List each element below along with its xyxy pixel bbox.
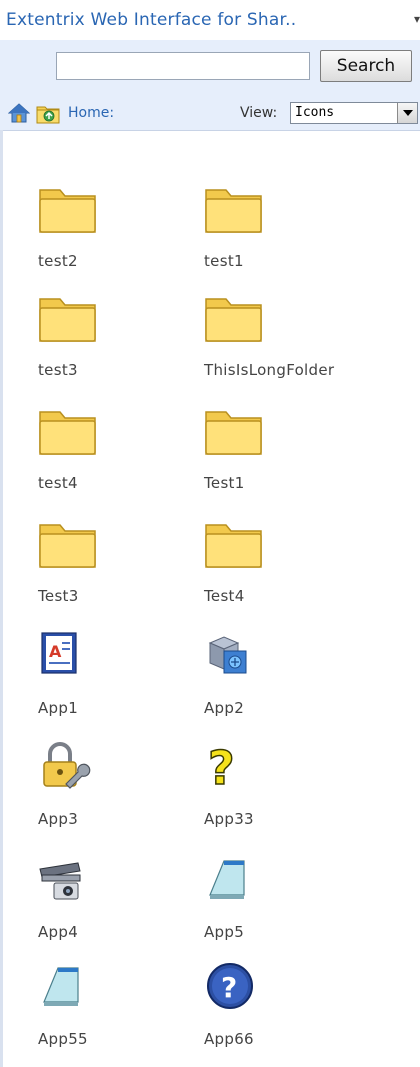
item-label: test3	[38, 361, 78, 379]
question-mark-icon: ?	[207, 740, 235, 796]
folder-icon	[39, 189, 96, 233]
folder-icon	[205, 524, 262, 568]
help-circle-icon: ?	[207, 963, 253, 1009]
grid-item[interactable]: Test3	[38, 517, 198, 627]
item-label: App66	[204, 1030, 254, 1048]
notepad-icon	[209, 860, 245, 899]
grid-item[interactable]: A App1	[38, 629, 198, 739]
item-label: ThisIsLongFolder	[204, 361, 335, 379]
item-label: Test4	[204, 587, 245, 605]
item-grid: test2 test1 test3 ThisIsLongFolder test4…	[0, 0, 420, 1067]
document-app-icon: A	[41, 632, 77, 674]
svg-text:?: ?	[221, 971, 237, 1004]
folder-icon	[205, 411, 262, 455]
grid-item[interactable]: App2	[204, 629, 364, 739]
folder-icon	[205, 189, 262, 233]
grid-item[interactable]: ThisIsLongFolder	[204, 291, 364, 401]
grid-item[interactable]: test3	[38, 291, 198, 401]
grid-item[interactable]: App4	[38, 853, 198, 963]
item-label: test4	[38, 474, 78, 492]
item-label: App5	[204, 923, 245, 941]
app-window: Extentrix Web Interface for Shar.. ▾ Sea…	[0, 0, 420, 1067]
item-label: App33	[204, 810, 254, 828]
notepad-icon	[43, 967, 79, 1006]
item-label: App1	[38, 699, 79, 717]
grid-item[interactable]: ? App66	[204, 960, 364, 1067]
grid-item[interactable]: ? App33	[204, 740, 364, 850]
grid-item[interactable]: App5	[204, 853, 364, 963]
folder-icon	[39, 411, 96, 455]
item-label: App3	[38, 810, 79, 828]
network-cube-icon	[208, 636, 247, 674]
item-label: test1	[204, 252, 244, 270]
grid-item[interactable]: Test4	[204, 517, 364, 627]
svg-text:A: A	[49, 642, 62, 661]
item-label: App55	[38, 1030, 88, 1048]
item-label: App4	[38, 923, 79, 941]
grid-item[interactable]: test2	[38, 182, 198, 292]
grid-item[interactable]: App55	[38, 960, 198, 1067]
lock-wrench-icon	[43, 742, 91, 789]
item-label: Test3	[38, 587, 79, 605]
folder-icon	[39, 298, 96, 342]
scanner-camera-icon	[39, 862, 81, 900]
grid-item[interactable]: App3	[38, 740, 198, 850]
grid-item[interactable]: test4	[38, 404, 198, 514]
grid-item[interactable]: test1	[204, 182, 364, 292]
folder-icon	[39, 524, 96, 568]
item-label: Test1	[204, 474, 245, 492]
item-label: test2	[38, 252, 78, 270]
grid-item[interactable]: Test1	[204, 404, 364, 514]
item-label: App2	[204, 699, 245, 717]
folder-icon	[205, 298, 262, 342]
svg-text:?: ?	[208, 741, 235, 795]
